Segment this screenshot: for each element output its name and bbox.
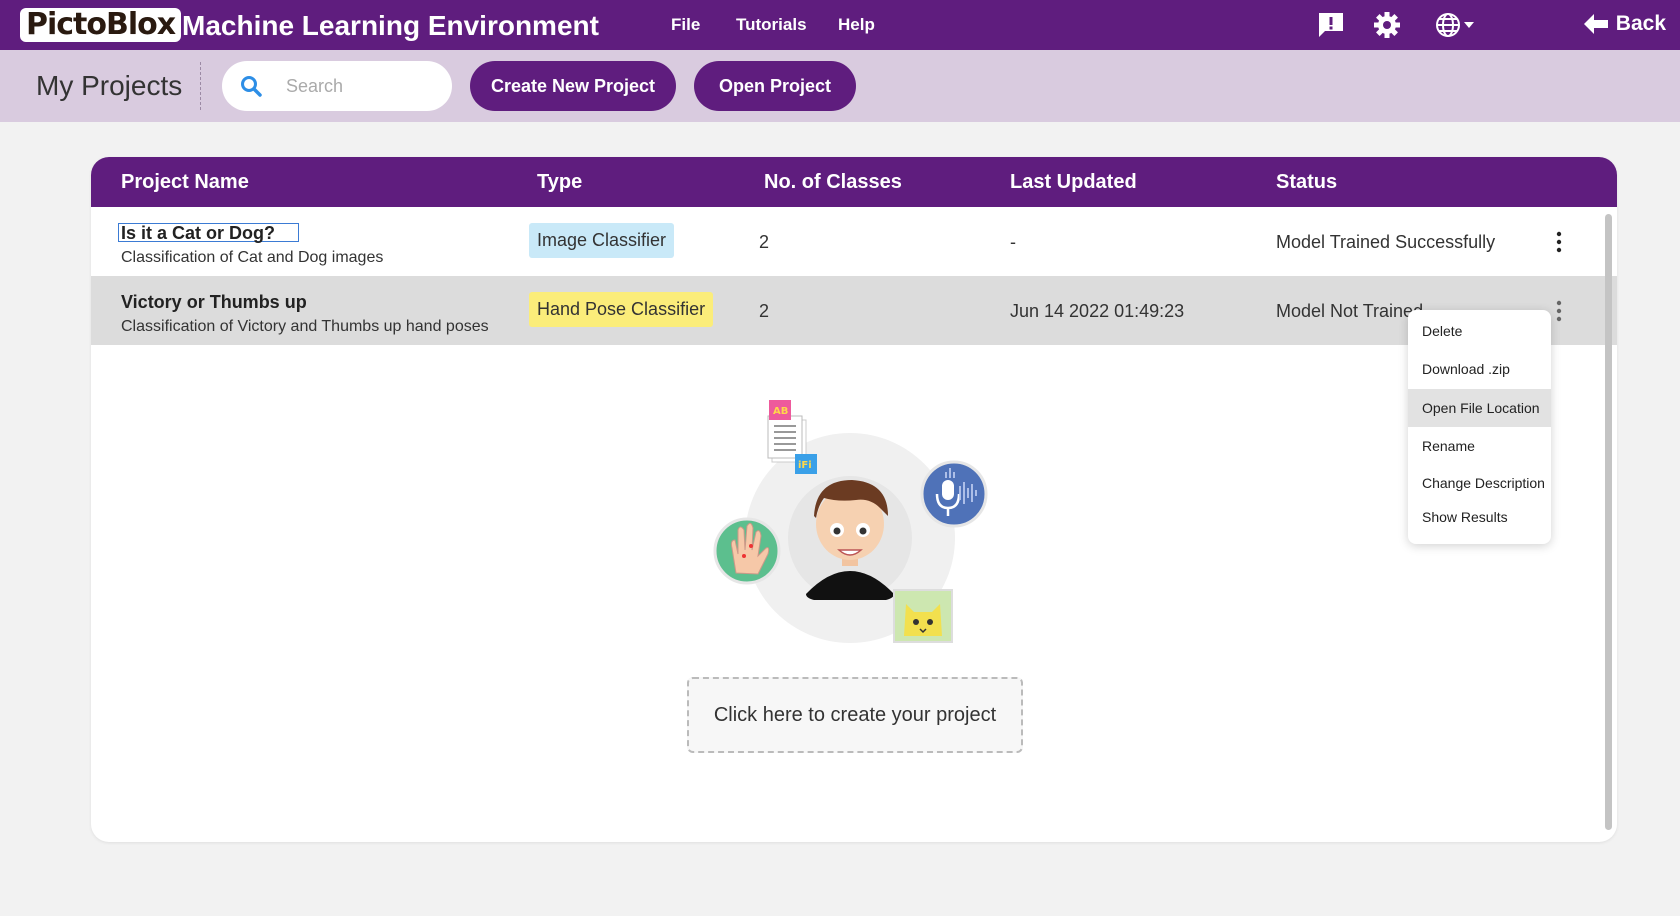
search-icon bbox=[241, 76, 262, 97]
open-project-button[interactable]: Open Project bbox=[694, 61, 856, 111]
divider bbox=[200, 62, 201, 110]
type-badge: Image Classifier bbox=[529, 223, 675, 258]
class-count: 2 bbox=[759, 232, 770, 252]
status-text: Model Trained Successfully bbox=[1276, 232, 1496, 252]
search-input[interactable] bbox=[286, 73, 436, 99]
last-updated: Jun 14 2022 01:49:23 bbox=[1010, 301, 1185, 321]
menu-file[interactable]: File bbox=[671, 15, 700, 35]
menu-item-rename[interactable]: Rename bbox=[1408, 427, 1551, 465]
table-row[interactable]: Is it a Cat or Dog? Classification of Ca… bbox=[91, 207, 1617, 276]
ml-illustration: AB iFi bbox=[713, 400, 988, 643]
search-box[interactable] bbox=[222, 61, 452, 111]
menu-item-download-zip[interactable]: Download .zip bbox=[1408, 350, 1551, 388]
gear-icon[interactable] bbox=[1372, 10, 1402, 40]
table-row[interactable]: Victory or Thumbs up Classification of V… bbox=[91, 276, 1617, 345]
top-bar: PictoBlox Machine Learning Environment F… bbox=[0, 0, 1680, 50]
more-options-icon[interactable] bbox=[1555, 231, 1563, 253]
header-last-updated: Last Updated bbox=[1010, 171, 1137, 193]
context-menu: Delete Download .zip Open File Location … bbox=[1408, 310, 1551, 544]
arrow-left-icon bbox=[1583, 14, 1608, 34]
class-count: 2 bbox=[759, 301, 770, 321]
feedback-icon[interactable] bbox=[1316, 10, 1346, 40]
back-label: Back bbox=[1615, 12, 1666, 35]
header-type: Type bbox=[537, 171, 583, 193]
menu-item-delete[interactable]: Delete bbox=[1408, 312, 1551, 350]
header-project-name: Project Name bbox=[121, 171, 249, 193]
header-classes: No. of Classes bbox=[764, 171, 902, 193]
menu-item-show-results[interactable]: Show Results bbox=[1408, 498, 1551, 536]
svg-text:AB: AB bbox=[773, 406, 788, 417]
cat-image-icon bbox=[893, 589, 953, 643]
scrollbar[interactable] bbox=[1605, 214, 1612, 830]
project-description: Classification of Cat and Dog images bbox=[121, 249, 384, 266]
app-title: Machine Learning Environment bbox=[182, 10, 599, 41]
hand-pose-icon bbox=[713, 517, 781, 585]
table-header: Project Name Type No. of Classes Last Up… bbox=[91, 157, 1617, 207]
status-text: Model Not Trained bbox=[1276, 301, 1424, 321]
menu-tutorials[interactable]: Tutorials bbox=[736, 15, 807, 35]
menu-help[interactable]: Help bbox=[838, 15, 875, 35]
svg-text:iFi: iFi bbox=[798, 460, 812, 471]
project-description: Classification of Victory and Thumbs up … bbox=[121, 318, 489, 335]
microphone-icon bbox=[920, 460, 988, 528]
back-button[interactable]: Back bbox=[1583, 12, 1666, 36]
page-title: My Projects bbox=[36, 70, 183, 101]
header-status: Status bbox=[1276, 171, 1338, 193]
project-name[interactable]: Victory or Thumbs up bbox=[121, 292, 307, 313]
more-options-icon[interactable] bbox=[1555, 300, 1563, 322]
last-updated: - bbox=[1010, 232, 1016, 252]
menu-item-open-file-location[interactable]: Open File Location bbox=[1408, 389, 1551, 427]
globe-icon[interactable] bbox=[1434, 10, 1480, 40]
project-name[interactable]: Is it a Cat or Dog? bbox=[121, 223, 275, 244]
type-badge: Hand Pose Classifier bbox=[529, 292, 714, 327]
menu-item-change-description[interactable]: Change Description bbox=[1408, 464, 1551, 502]
sub-bar: My Projects Create New Project Open Proj… bbox=[0, 50, 1680, 122]
create-project-prompt[interactable]: Click here to create your project bbox=[687, 677, 1023, 753]
create-new-project-button[interactable]: Create New Project bbox=[470, 61, 676, 111]
pictoblox-logo: PictoBlox bbox=[20, 8, 182, 42]
